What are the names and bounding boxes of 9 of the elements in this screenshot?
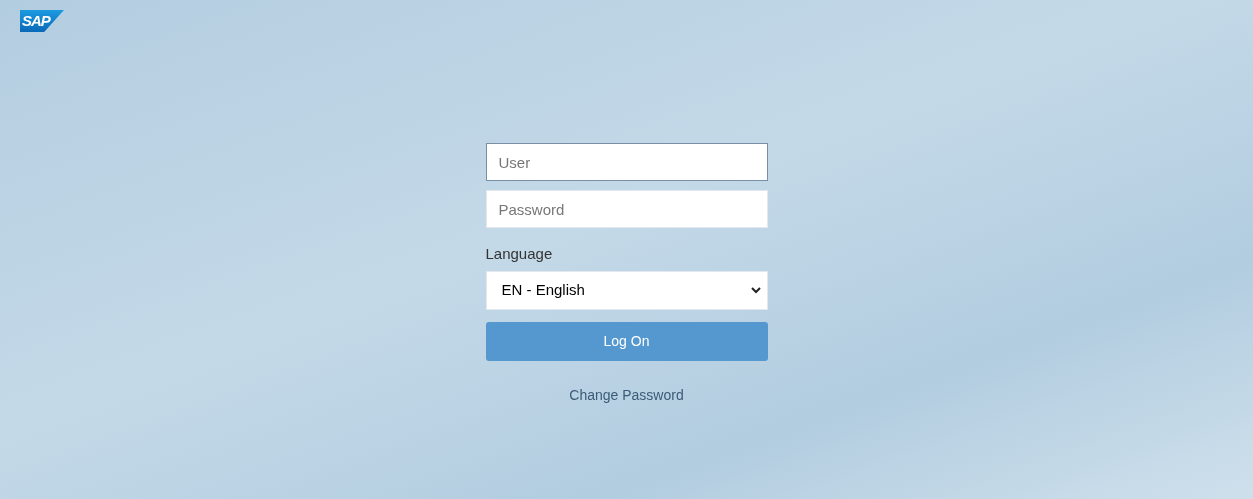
password-field[interactable]: Password xyxy=(485,190,768,228)
language-value: EN - English xyxy=(501,280,585,301)
logo: SAP xyxy=(20,10,64,32)
language-label: Language xyxy=(485,245,554,263)
language-select[interactable]: EN - English xyxy=(485,271,768,310)
user-field[interactable]: User xyxy=(485,143,768,181)
chevron-down-icon xyxy=(750,287,761,294)
change-password-link[interactable]: Change Password xyxy=(569,385,684,406)
log-on-button[interactable]: Log On xyxy=(485,322,768,361)
